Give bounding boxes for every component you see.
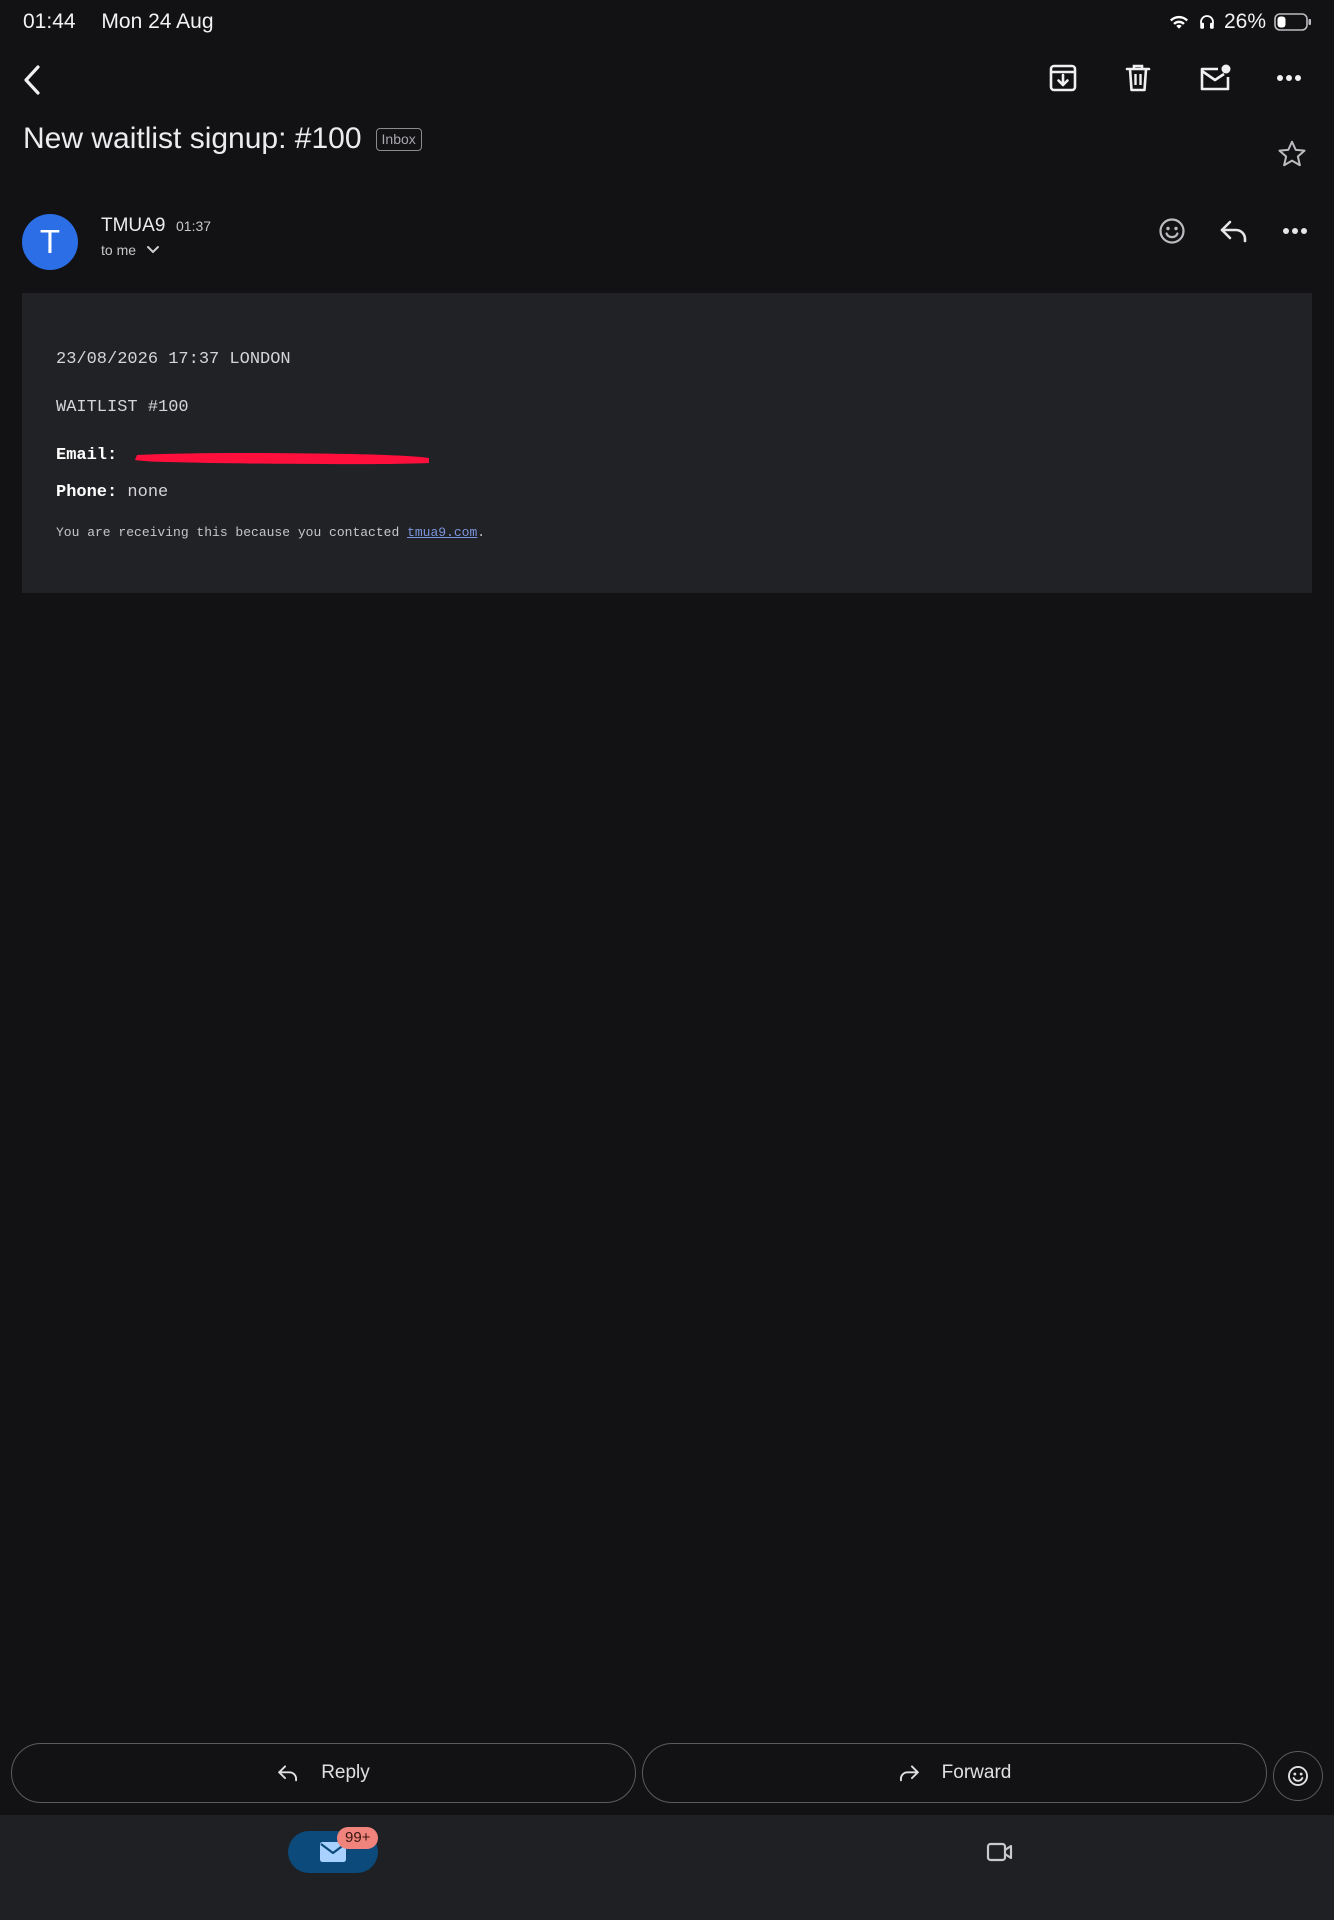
unread-count-badge: 99+ bbox=[337, 1827, 379, 1849]
wifi-icon bbox=[1169, 15, 1188, 29]
status-time: 01:44 bbox=[23, 10, 76, 33]
message-body-card bbox=[22, 293, 1312, 593]
phone-field-label: Phone: bbox=[56, 483, 118, 502]
chevron-down-icon bbox=[147, 246, 160, 254]
inbox-label-badge[interactable]: Inbox bbox=[375, 127, 422, 151]
reply-icon bbox=[278, 1765, 298, 1782]
video-camera-icon bbox=[986, 1842, 1013, 1862]
headphones-icon bbox=[1200, 15, 1214, 29]
more-button[interactable] bbox=[1269, 58, 1309, 98]
email-subject: New waitlist signup: #100 Inbox bbox=[23, 122, 422, 156]
emoji-icon bbox=[1288, 1766, 1308, 1786]
delete-button[interactable] bbox=[1119, 58, 1157, 98]
body-email-row: Email: bbox=[56, 446, 117, 465]
nav-meet-tab[interactable] bbox=[979, 1832, 1021, 1872]
status-bar-left: 01:44 Mon 24 Aug bbox=[23, 10, 234, 34]
footer-text: You are receiving this because you conta… bbox=[56, 525, 408, 540]
star-icon bbox=[1278, 140, 1306, 167]
email-field-label: Email: bbox=[56, 446, 118, 465]
back-button[interactable] bbox=[10, 58, 54, 102]
mark-unread-icon bbox=[1200, 64, 1231, 91]
star-button[interactable] bbox=[1272, 134, 1312, 174]
emoji-react-button[interactable] bbox=[1152, 211, 1192, 251]
reply-button[interactable]: Reply bbox=[11, 1743, 636, 1803]
redaction-mark bbox=[135, 453, 429, 465]
reply-icon-button[interactable] bbox=[1212, 211, 1256, 251]
more-icon bbox=[1283, 228, 1307, 234]
recipient-details-toggle[interactable]: to me bbox=[101, 242, 160, 258]
emoji-reaction-button[interactable] bbox=[1273, 1751, 1323, 1801]
body-phone-row: Phone: none bbox=[56, 483, 168, 502]
mark-unread-button[interactable] bbox=[1193, 58, 1237, 98]
footer-period: . bbox=[477, 525, 486, 540]
archive-button[interactable] bbox=[1044, 58, 1082, 98]
phone-value: none bbox=[127, 483, 169, 502]
received-time: 01:37 bbox=[176, 218, 212, 234]
status-date: Mon 24 Aug bbox=[101, 10, 214, 33]
recipient-text: to me bbox=[101, 242, 137, 258]
delete-icon bbox=[1125, 64, 1151, 92]
reply-icon bbox=[1220, 220, 1247, 243]
sender-name: TMUA9 bbox=[101, 215, 166, 236]
body-waitlist-number: WAITLIST #100 bbox=[56, 398, 189, 417]
body-timestamp: 23/08/2026 17:37 LONDON bbox=[56, 350, 291, 369]
emoji-icon bbox=[1159, 218, 1185, 244]
footer-link[interactable]: tmua9.com bbox=[407, 525, 477, 540]
forward-label: Forward bbox=[941, 1762, 1012, 1783]
message-more-button[interactable] bbox=[1275, 211, 1315, 251]
body-footer: You are receiving this because you conta… bbox=[56, 525, 485, 540]
subject-text: New waitlist signup: #100 bbox=[23, 122, 362, 155]
forward-button[interactable]: Forward bbox=[642, 1743, 1267, 1803]
status-bar-right: 26% bbox=[1168, 10, 1312, 34]
sender-avatar[interactable]: T bbox=[22, 214, 78, 270]
more-icon bbox=[1277, 75, 1301, 81]
battery-icon bbox=[1274, 13, 1311, 31]
forward-icon bbox=[899, 1765, 919, 1782]
bottom-nav bbox=[0, 1815, 1334, 1920]
reply-label: Reply bbox=[321, 1762, 370, 1783]
battery-percent: 26% bbox=[1223, 10, 1266, 33]
back-icon bbox=[24, 65, 40, 95]
archive-icon bbox=[1049, 64, 1077, 92]
